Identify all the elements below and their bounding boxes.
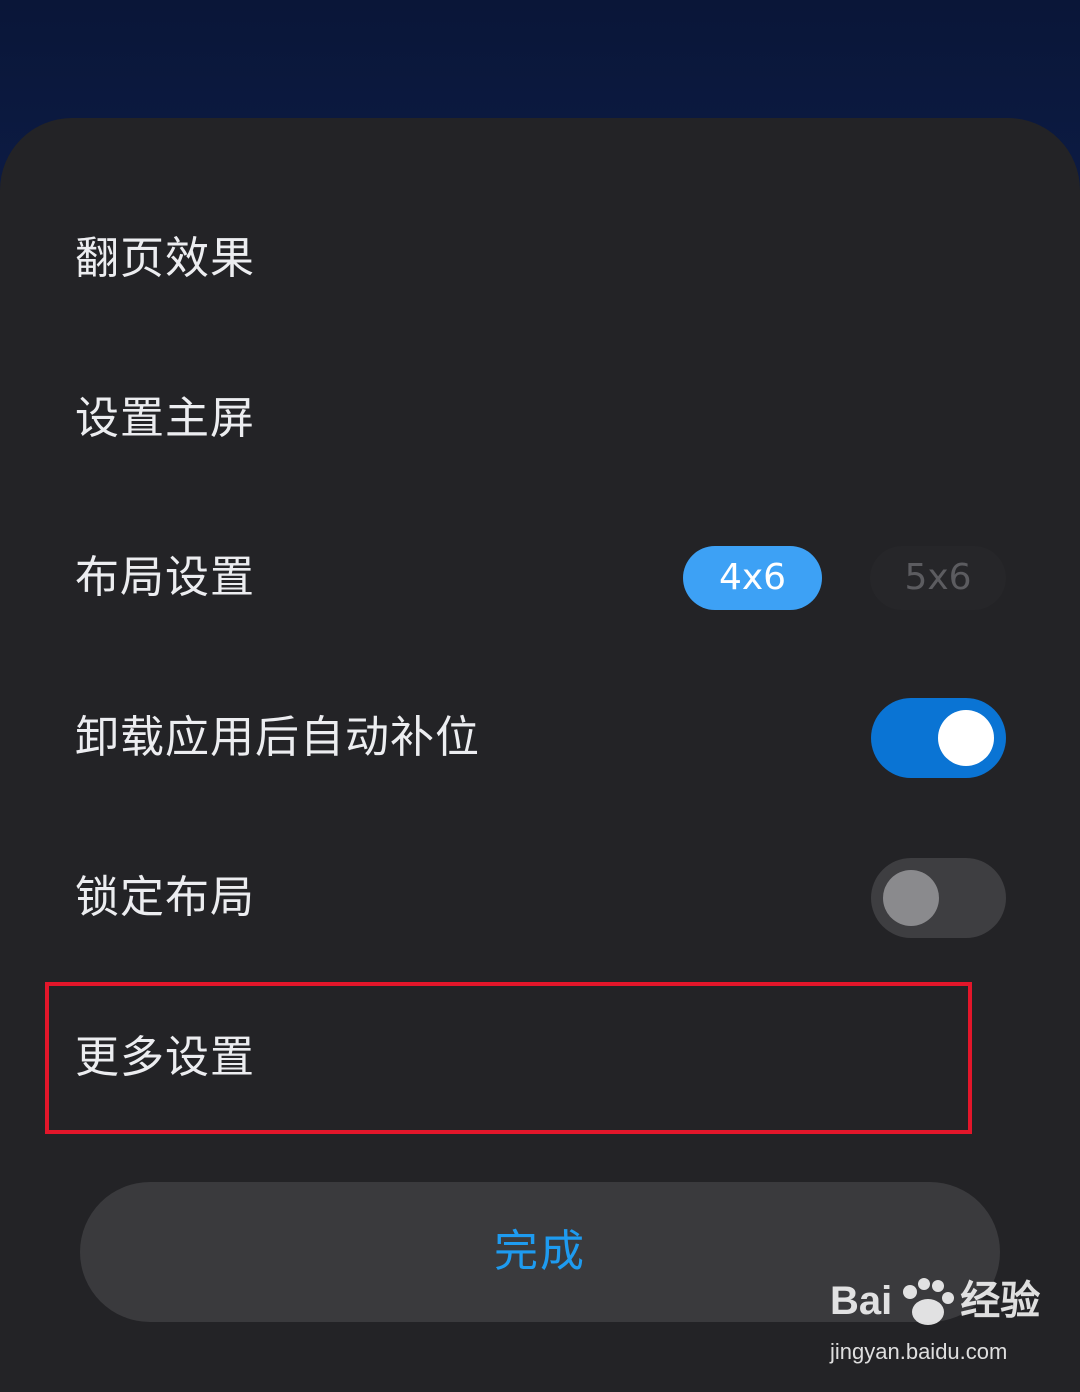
row-auto-fill-label: 卸载应用后自动补位 <box>75 712 480 763</box>
watermark-url: jingyan.baidu.com <box>830 1339 1008 1364</box>
toggle-knob <box>938 710 994 766</box>
row-set-home-screen-label: 设置主屏 <box>75 393 255 444</box>
auto-fill-toggle[interactable] <box>871 698 1006 778</box>
layout-option-4x6[interactable]: 4x6 <box>683 546 822 610</box>
row-more-settings-label: 更多设置 <box>75 1032 255 1083</box>
row-page-effect[interactable]: 翻页效果 <box>0 179 1080 339</box>
row-more-settings[interactable]: 更多设置 <box>0 978 1080 1138</box>
row-set-home-screen[interactable]: 设置主屏 <box>0 339 1080 499</box>
layout-option-5x6[interactable]: 5x6 <box>870 546 1006 610</box>
lock-layout-toggle[interactable] <box>871 858 1006 938</box>
row-lock-layout: 锁定布局 <box>0 818 1080 978</box>
watermark-brand: Bai <box>830 1279 893 1323</box>
watermark-brand-suffix: 经验 <box>960 1279 1041 1323</box>
row-page-effect-label: 翻页效果 <box>75 233 255 284</box>
row-auto-fill-after-uninstall: 卸载应用后自动补位 <box>0 658 1080 818</box>
row-layout-settings: 布局设置 4x6 5x6 <box>0 498 1080 658</box>
toggle-knob <box>883 870 939 926</box>
row-lock-layout-label: 锁定布局 <box>75 872 255 923</box>
row-layout-settings-label: 布局设置 <box>75 552 255 603</box>
paw-icon <box>903 1278 954 1325</box>
baidu-jingyan-watermark: Bai 经验 jingyan.baidu.com <box>826 1276 1040 1376</box>
